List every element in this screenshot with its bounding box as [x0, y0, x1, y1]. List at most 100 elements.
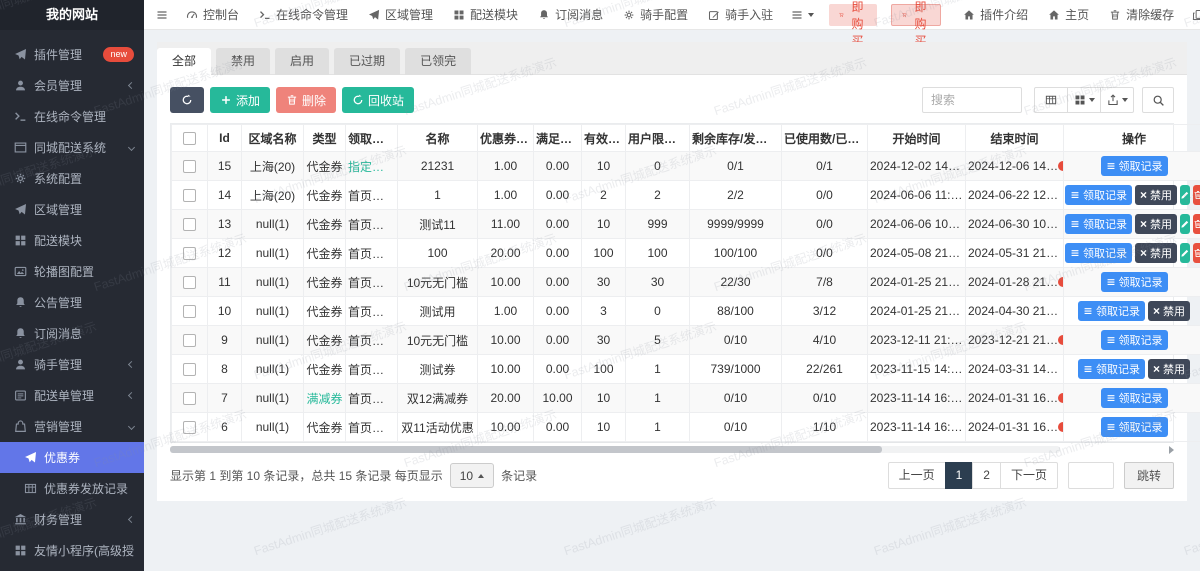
homepage-link[interactable]: 主页 — [1038, 0, 1099, 30]
column-header[interactable]: 用户限领次数 — [626, 125, 690, 152]
record-button[interactable]: 领取记录 — [1101, 417, 1168, 437]
sidebar-item-marketing-manage[interactable]: 营销管理 — [0, 411, 144, 442]
sidebar-toggle-button[interactable] — [148, 0, 176, 30]
column-header[interactable]: 操作 — [1064, 125, 1200, 152]
column-header[interactable]: 已使用数/已领取数 — [782, 125, 868, 152]
column-header[interactable]: 剩余库存/发放总量 — [690, 125, 782, 152]
row-checkbox[interactable] — [183, 334, 196, 347]
record-button[interactable]: 领取记录 — [1101, 388, 1168, 408]
sidebar-item-command-manage[interactable]: 在线命令管理 — [0, 101, 144, 132]
sidebar-item-member-manage[interactable]: 会员管理 — [0, 70, 144, 101]
row-checkbox[interactable] — [183, 247, 196, 260]
record-button[interactable]: 领取记录 — [1101, 272, 1168, 292]
jump-button[interactable]: 跳转 — [1124, 462, 1174, 489]
scrollbar-thumb[interactable] — [170, 446, 882, 453]
edit-button[interactable] — [1180, 214, 1190, 234]
column-header[interactable]: Id — [208, 125, 242, 152]
search-input[interactable] — [922, 87, 1022, 113]
sidebar-item-delivery-system[interactable]: 同城配送系统 — [0, 132, 144, 163]
row-checkbox[interactable] — [183, 160, 196, 173]
row-checkbox[interactable] — [183, 392, 196, 405]
search-button[interactable] — [1142, 87, 1174, 113]
edit-button[interactable] — [1180, 185, 1190, 205]
record-button[interactable]: 领取记录 — [1065, 243, 1132, 263]
row-checkbox[interactable] — [183, 305, 196, 318]
topnav-subscribe[interactable]: 订阅消息 — [528, 0, 613, 30]
export-button[interactable] — [1100, 87, 1134, 113]
row-checkbox[interactable] — [183, 276, 196, 289]
column-header[interactable]: 结束时间 — [966, 125, 1064, 152]
clear-cache-link[interactable]: 清除缓存 — [1099, 0, 1184, 30]
recycle-button[interactable]: 回收站 — [342, 87, 414, 113]
topnav-area[interactable]: 区域管理 — [358, 0, 443, 30]
page-2-button[interactable]: 2 — [972, 462, 1001, 489]
record-button[interactable]: 领取记录 — [1101, 330, 1168, 350]
sidebar-item-plugin-manage[interactable]: 插件管理new — [0, 39, 144, 70]
delete-row-button[interactable] — [1193, 214, 1200, 234]
column-header[interactable]: 区域名称 — [242, 125, 304, 152]
tab-disabled[interactable]: 禁用 — [216, 48, 270, 75]
sidebar-item-rider-manage[interactable]: 骑手管理 — [0, 349, 144, 380]
column-header[interactable]: 满足金额 — [534, 125, 582, 152]
refresh-button[interactable] — [170, 87, 204, 113]
column-header[interactable]: 类型 — [304, 125, 346, 152]
topnav-dashboard[interactable]: 控制台 — [176, 0, 249, 30]
buy-now-button-1[interactable]: 立即购买 — [829, 4, 877, 26]
sidebar-item-system-config[interactable]: 系统配置 — [0, 163, 144, 194]
row-checkbox[interactable] — [183, 421, 196, 434]
disable-button[interactable]: ×禁用 — [1148, 359, 1190, 379]
next-page-button[interactable]: 下一页 — [1000, 462, 1058, 489]
record-button[interactable]: 领取记录 — [1078, 359, 1145, 379]
column-header[interactable]: 名称 — [398, 125, 478, 152]
topnav-rider-config[interactable]: 骑手配置 — [613, 0, 698, 30]
prev-page-button[interactable]: 上一页 — [888, 462, 946, 489]
disable-button[interactable]: ×禁用 — [1135, 214, 1177, 234]
tab-finished[interactable]: 已领完 — [405, 48, 471, 75]
copy-button[interactable] — [1184, 0, 1200, 30]
row-checkbox[interactable] — [183, 189, 196, 202]
disable-button[interactable]: ×禁用 — [1148, 301, 1190, 321]
sidebar-item-notice-manage[interactable]: 公告管理 — [0, 287, 144, 318]
record-button[interactable]: 领取记录 — [1065, 185, 1132, 205]
plugin-intro-link[interactable]: 插件介绍 — [953, 0, 1038, 30]
tab-expired[interactable]: 已过期 — [334, 48, 400, 75]
sidebar-item-delivery-module[interactable]: 配送模块 — [0, 225, 144, 256]
record-button[interactable]: 领取记录 — [1078, 301, 1145, 321]
sidebar-item-finance-manage[interactable]: 财务管理 — [0, 504, 144, 535]
tab-all[interactable]: 全部 — [157, 48, 211, 75]
topnav-command[interactable]: 在线命令管理 — [249, 0, 358, 30]
disable-button[interactable]: ×禁用 — [1135, 243, 1177, 263]
select-all-checkbox[interactable] — [183, 132, 196, 145]
delete-row-button[interactable] — [1193, 243, 1200, 263]
page-1-button[interactable]: 1 — [945, 462, 974, 489]
topnav-module[interactable]: 配送模块 — [443, 0, 528, 30]
sidebar-item-friend-miniprogram[interactable]: 友情小程序(高级授权)(高级授 — [0, 535, 144, 566]
tab-enabled[interactable]: 启用 — [275, 48, 329, 75]
edit-button[interactable] — [1180, 243, 1190, 263]
column-header[interactable]: 有效天数 — [582, 125, 626, 152]
sidebar-item-coupon-record[interactable]: 优惠券发放记录 — [0, 473, 144, 504]
sidebar-item-delivery-order-manage[interactable]: 配送单管理 — [0, 380, 144, 411]
per-page-select[interactable]: 10 — [450, 463, 494, 488]
row-checkbox[interactable] — [183, 218, 196, 231]
add-button[interactable]: 添加 — [210, 87, 270, 113]
column-header[interactable]: 开始时间 — [868, 125, 966, 152]
jump-page-input[interactable] — [1068, 462, 1114, 489]
sidebar-item-coupon[interactable]: 优惠券 — [0, 442, 144, 473]
column-header[interactable]: 优惠券金额 — [478, 125, 534, 152]
column-header[interactable]: 领取方式 — [346, 125, 398, 152]
delete-button[interactable]: 删除 — [276, 87, 336, 113]
columns-button[interactable] — [1067, 87, 1101, 113]
delete-row-button[interactable] — [1193, 185, 1200, 205]
disable-button[interactable]: ×禁用 — [1135, 185, 1177, 205]
common-search-button[interactable] — [1034, 87, 1068, 113]
buy-now-button-2[interactable]: 立即购买 — [891, 4, 941, 26]
record-button[interactable]: 领取记录 — [1101, 156, 1168, 176]
row-checkbox[interactable] — [183, 363, 196, 376]
sidebar-item-banner-config[interactable]: 轮播图配置 — [0, 256, 144, 287]
topnav-rider-join[interactable]: 骑手入驻 — [698, 0, 783, 30]
record-button[interactable]: 领取记录 — [1065, 214, 1132, 234]
nav-list-dropdown[interactable] — [783, 0, 822, 30]
sidebar-item-area-manage[interactable]: 区域管理 — [0, 194, 144, 225]
sidebar-item-subscribe-message[interactable]: 订阅消息 — [0, 318, 144, 349]
